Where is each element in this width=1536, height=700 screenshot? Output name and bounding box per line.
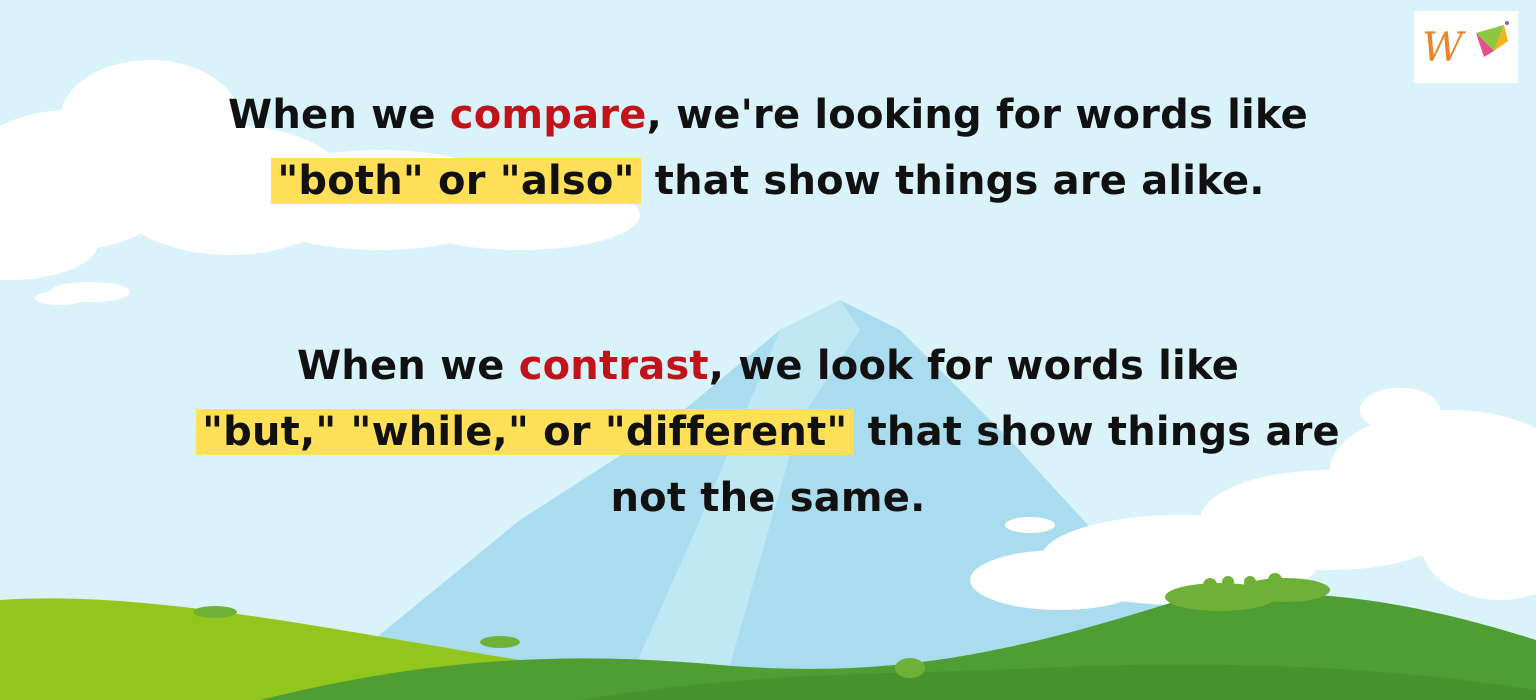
contrast-line-1-end: , we look for words like (708, 343, 1240, 389)
compare-line-2: "both" or "also" that show things are al… (0, 148, 1536, 214)
w-letter-kite-logo: W (1414, 11, 1518, 83)
compare-line-2-end: that show things are alike. (654, 158, 1265, 204)
contrast-line-1: When we contrast, we look for words like (0, 333, 1536, 399)
compare-line-1-end: , we're looking for words like (646, 92, 1308, 138)
contrast-keyword: contrast (518, 343, 709, 389)
contrast-paragraph: When we contrast, we look for words like… (0, 333, 1536, 531)
contrast-highlight: "but," "while," or "different" (196, 409, 854, 455)
compare-highlight: "both" or "also" (271, 158, 641, 204)
compare-paragraph: When we compare, we're looking for words… (0, 82, 1536, 214)
contrast-line-2-end: that show things are (867, 409, 1340, 455)
compare-line-1: When we compare, we're looking for words… (0, 82, 1536, 148)
contrast-line-1-start: When we (296, 343, 519, 389)
compare-keyword: compare (449, 92, 647, 138)
contrast-line-3: not the same. (610, 475, 926, 521)
svg-text:W: W (1422, 25, 1466, 71)
contrast-line-2: "but," "while," or "different" that show… (0, 399, 1536, 465)
compare-line-1-start: When we (228, 92, 450, 138)
